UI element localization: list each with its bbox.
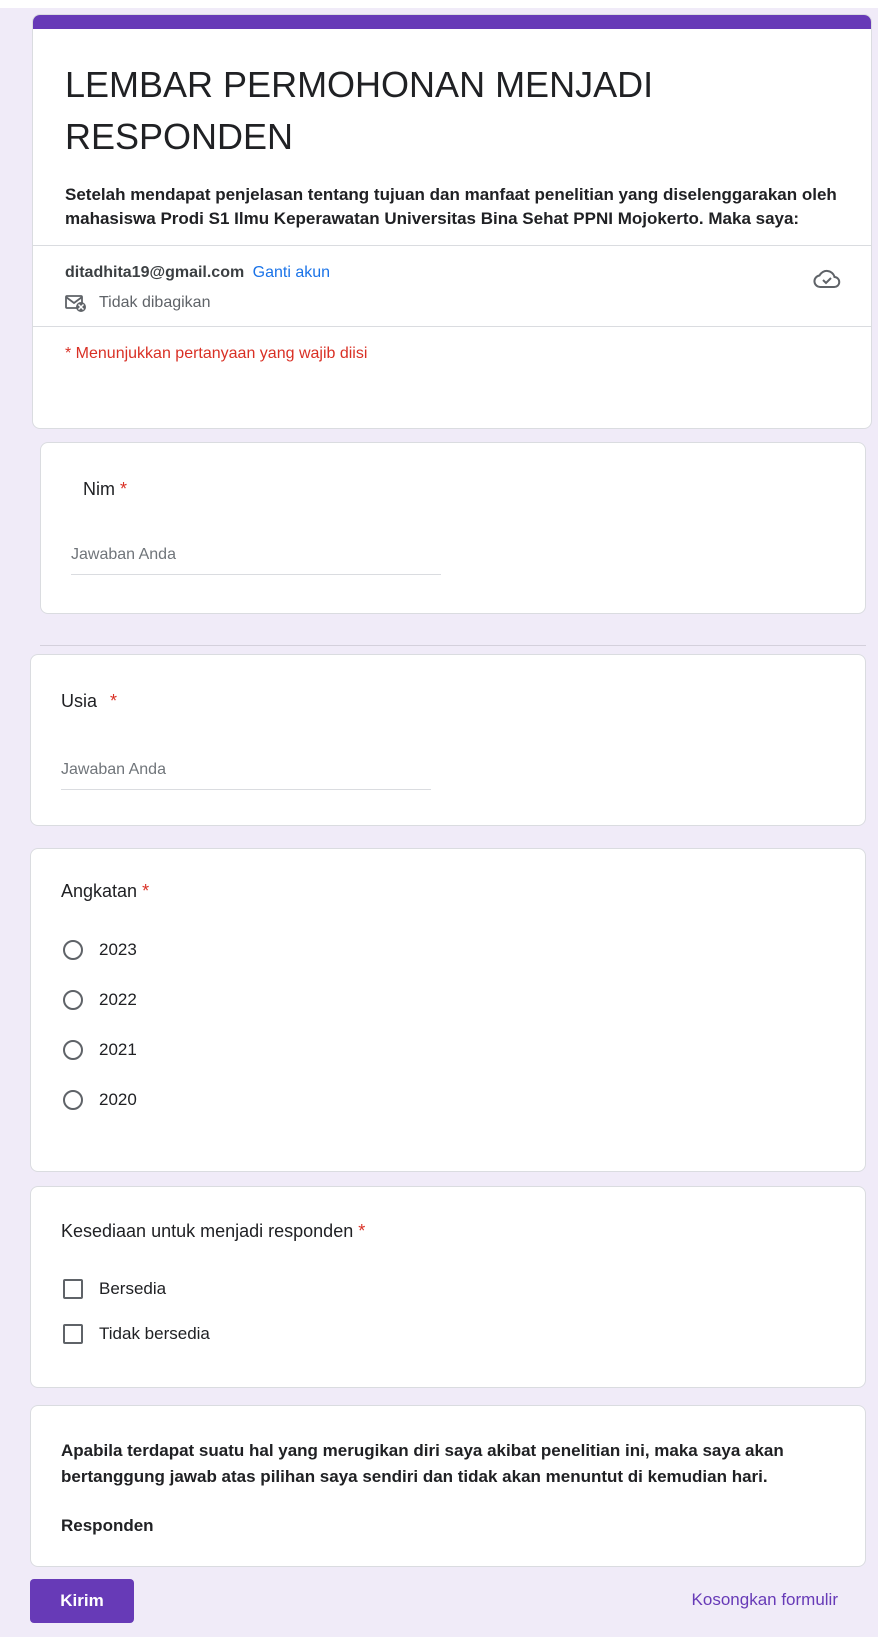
top-strip: [0, 0, 878, 8]
radio-option[interactable]: 2023: [63, 940, 137, 960]
form-description: Setelah mendapat penjelasan tentang tuju…: [65, 185, 837, 228]
radio-button[interactable]: [63, 940, 83, 960]
question-card-usia: Usia * Jawaban Anda: [30, 654, 866, 826]
question-label: Nim: [83, 479, 115, 499]
closing-statement: Apabila terdapat suatu hal yang merugika…: [61, 1441, 784, 1486]
divider: [40, 645, 866, 646]
checkbox-option[interactable]: Tidak bersedia: [63, 1324, 210, 1344]
nim-answer-input[interactable]: Jawaban Anda: [71, 546, 441, 575]
question-title: Kesediaan untuk menjadi responden *: [61, 1221, 365, 1242]
usia-answer-input[interactable]: Jawaban Anda: [61, 761, 431, 790]
account-row: ditadhita19@gmail.com Ganti akun Tidak d…: [33, 246, 871, 326]
switch-account-link[interactable]: Ganti akun: [253, 264, 330, 281]
account-email: ditadhita19@gmail.com: [65, 264, 245, 281]
radio-option[interactable]: 2020: [63, 1090, 137, 1110]
radio-option[interactable]: 2021: [63, 1040, 137, 1060]
option-label: Tidak bersedia: [99, 1324, 210, 1343]
question-label: Kesediaan untuk menjadi responden: [61, 1221, 354, 1241]
option-label: Bersedia: [99, 1279, 167, 1298]
not-shared-indicator: Tidak dibagikan: [65, 294, 839, 312]
question-card-kesediaan: Kesediaan untuk menjadi responden * Bers…: [30, 1186, 866, 1388]
radio-option[interactable]: 2022: [63, 990, 137, 1010]
radio-button[interactable]: [63, 1040, 83, 1060]
option-label: 2023: [99, 940, 137, 959]
question-title: Nim *: [83, 479, 127, 500]
radio-button[interactable]: [63, 990, 83, 1010]
form-title: LEMBAR PERMOHONAN MENJADI RESPONDEN: [65, 64, 654, 157]
not-shared-label: Tidak dibagikan: [99, 294, 211, 311]
closing-statement-card: Apabila terdapat suatu hal yang merugika…: [30, 1405, 866, 1567]
question-card-nim: Nim * Jawaban Anda: [40, 442, 866, 614]
option-label: 2020: [99, 1090, 137, 1109]
question-card-angkatan: Angkatan * 2023 2022 2021 2020: [30, 848, 866, 1172]
radio-button[interactable]: [63, 1090, 83, 1110]
required-asterisk: *: [110, 691, 118, 711]
required-asterisk: *: [142, 881, 150, 901]
cloud-saved-icon[interactable]: [813, 268, 841, 290]
question-label: Angkatan: [61, 881, 138, 901]
clear-form-button[interactable]: Kosongkan formulir: [692, 1590, 838, 1610]
checkbox[interactable]: [63, 1279, 83, 1299]
question-label: Usia: [61, 691, 98, 711]
checkbox[interactable]: [63, 1324, 83, 1344]
checkbox-option[interactable]: Bersedia: [63, 1279, 166, 1299]
submit-button[interactable]: Kirim: [30, 1579, 134, 1623]
question-title: Angkatan *: [61, 881, 149, 902]
form-header-card: LEMBAR PERMOHONAN MENJADI RESPONDEN Sete…: [32, 14, 872, 429]
option-label: 2022: [99, 990, 137, 1009]
header-accent-band: [33, 15, 871, 29]
mail-not-shared-icon: [65, 295, 86, 312]
question-title: Usia *: [61, 691, 117, 712]
option-label: 2021: [99, 1040, 137, 1059]
required-note: * Menunjukkan pertanyaan yang wajib diis…: [65, 345, 368, 362]
required-asterisk: *: [358, 1221, 366, 1241]
required-asterisk: *: [120, 479, 128, 499]
signature-label: Responden: [61, 1516, 154, 1535]
